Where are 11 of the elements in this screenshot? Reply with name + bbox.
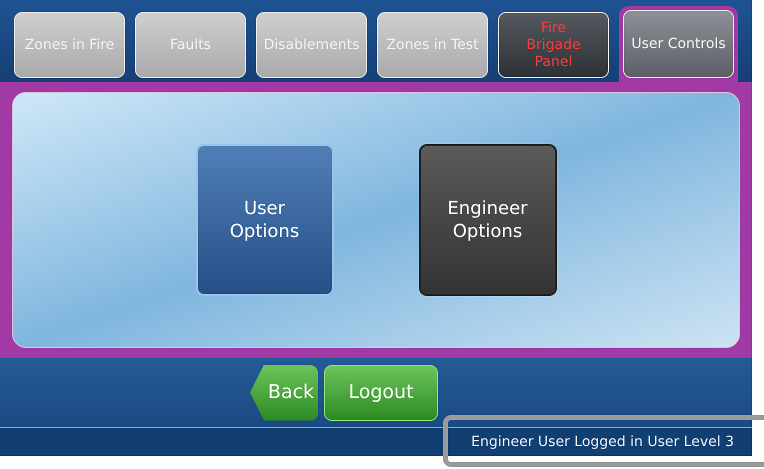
tab[interactable]: Fire Brigade Panel: [498, 12, 609, 78]
tab[interactable]: Disablements: [256, 12, 367, 78]
tab[interactable]: User Controls: [623, 10, 734, 78]
status-text: Engineer User Logged in User Level 3: [471, 432, 734, 452]
tab[interactable]: Zones in Test: [377, 12, 488, 78]
option-button[interactable]: Engineer Options: [418, 144, 556, 296]
tab[interactable]: Faults: [135, 12, 246, 78]
logout-button[interactable]: Logout: [324, 364, 438, 420]
back-button[interactable]: Back: [250, 364, 318, 420]
option-button[interactable]: User Options: [196, 144, 334, 296]
tab[interactable]: Zones in Fire: [14, 12, 125, 78]
